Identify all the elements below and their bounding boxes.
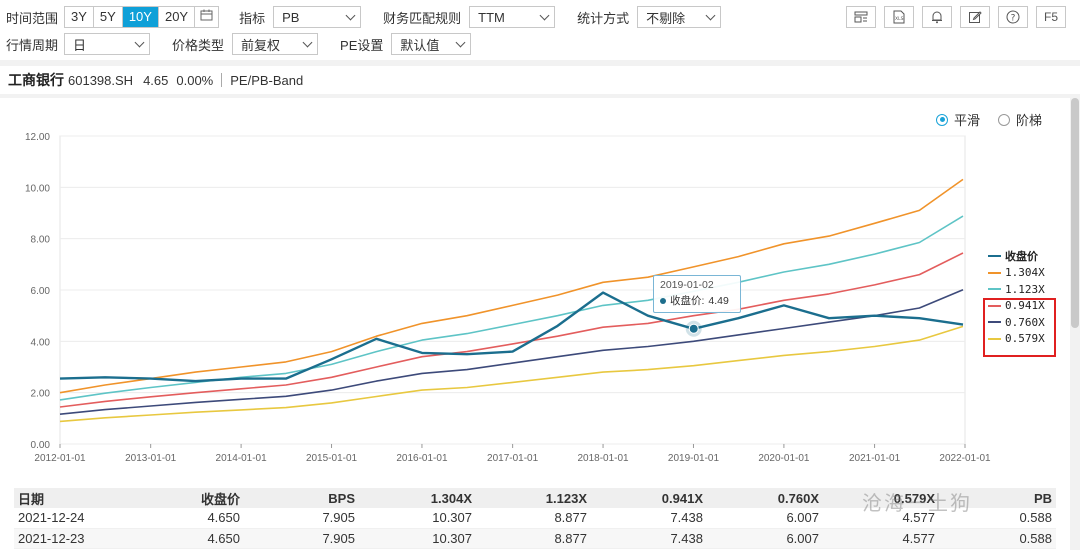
- x-tick-label: 2016-01-01: [396, 453, 448, 464]
- highlight-box: [983, 298, 1056, 357]
- col-0941x[interactable]: 0.941X: [591, 488, 707, 508]
- x-tick-label: 2021-01-01: [849, 453, 901, 464]
- legend-label: 1.304X: [1005, 266, 1045, 280]
- y-tick-label: 10.00: [25, 183, 50, 194]
- cell: 4.650: [164, 528, 244, 549]
- series-line-3: [59, 252, 964, 408]
- col-close[interactable]: 收盘价: [164, 488, 244, 508]
- tooltip-dot-icon: [660, 297, 666, 304]
- cell: 7.905: [244, 508, 359, 529]
- y-tick-label: 2.00: [31, 389, 51, 400]
- cell: 10.307: [359, 528, 476, 549]
- cell: 7.438: [591, 508, 707, 529]
- cell: 7.905: [244, 528, 359, 549]
- x-tick-label: 2012-01-01: [34, 453, 86, 464]
- y-tick-label: 12.00: [25, 132, 50, 143]
- col-1123x[interactable]: 1.123X: [476, 488, 591, 508]
- cell: 8.877: [476, 508, 591, 529]
- tooltip-date: 2019-01-02: [660, 279, 714, 291]
- cell: 4.577: [823, 528, 939, 549]
- series-line-5: [59, 325, 964, 423]
- col-0760x[interactable]: 0.760X: [707, 488, 823, 508]
- cell: 7.438: [591, 528, 707, 549]
- y-tick-label: 6.00: [31, 286, 51, 297]
- x-tick-label: 2019-01-01: [668, 453, 720, 464]
- cell: 6.007: [707, 508, 823, 529]
- series-line-1: [59, 178, 964, 394]
- legend-label: 收盘价: [1005, 251, 1038, 264]
- y-tick-label: 4.00: [31, 337, 51, 348]
- tooltip-value: 4.49: [708, 294, 729, 307]
- x-tick-label: 2022-01-01: [939, 453, 991, 464]
- hover-point: [688, 323, 699, 334]
- cell: 2021-12-23: [14, 528, 164, 549]
- col-date[interactable]: 日期: [14, 488, 164, 508]
- y-tick-label: 8.00: [31, 235, 51, 246]
- cell: 6.007: [707, 528, 823, 549]
- tooltip-label: 收盘价:: [670, 295, 705, 307]
- col-1304x[interactable]: 1.304X: [359, 488, 476, 508]
- legend-item-1123x[interactable]: 1.123X: [988, 281, 1045, 298]
- cell: 4.650: [164, 508, 244, 529]
- cell: 10.307: [359, 508, 476, 529]
- x-tick-label: 2020-01-01: [758, 453, 810, 464]
- legend-item-close[interactable]: 收盘价: [988, 248, 1045, 265]
- x-tick-label: 2015-01-01: [306, 453, 358, 464]
- x-tick-label: 2018-01-01: [577, 453, 629, 464]
- y-tick-label: 0.00: [31, 440, 51, 451]
- cell: 8.877: [476, 528, 591, 549]
- x-tick-label: 2014-01-01: [216, 453, 268, 464]
- pb-band-chart: 0.00 2.00 4.00 6.00 8.00 10.00 12.00 2012-01-01…: [25, 132, 991, 464]
- legend-swatch: [988, 271, 1001, 274]
- table-row: 2021-12-23 4.650 7.905 10.307 8.877 7.43…: [14, 528, 1056, 549]
- legend-item-1304x[interactable]: 1.304X: [988, 265, 1045, 282]
- legend-swatch: [988, 288, 1001, 291]
- x-tick-label: 2017-01-01: [487, 453, 539, 464]
- cell: 0.588: [939, 528, 1056, 549]
- legend-swatch: [988, 255, 1001, 258]
- col-bps[interactable]: BPS: [244, 488, 359, 508]
- cell: 2021-12-24: [14, 508, 164, 529]
- tooltip-row: 收盘价: 4.49: [660, 293, 734, 308]
- chart-tooltip: 2019-01-02 收盘价: 4.49: [653, 275, 741, 313]
- legend-label: 1.123X: [1005, 282, 1045, 296]
- x-tick-label: 2013-01-01: [125, 453, 177, 464]
- watermark-text: 沧海一土狗: [862, 491, 972, 515]
